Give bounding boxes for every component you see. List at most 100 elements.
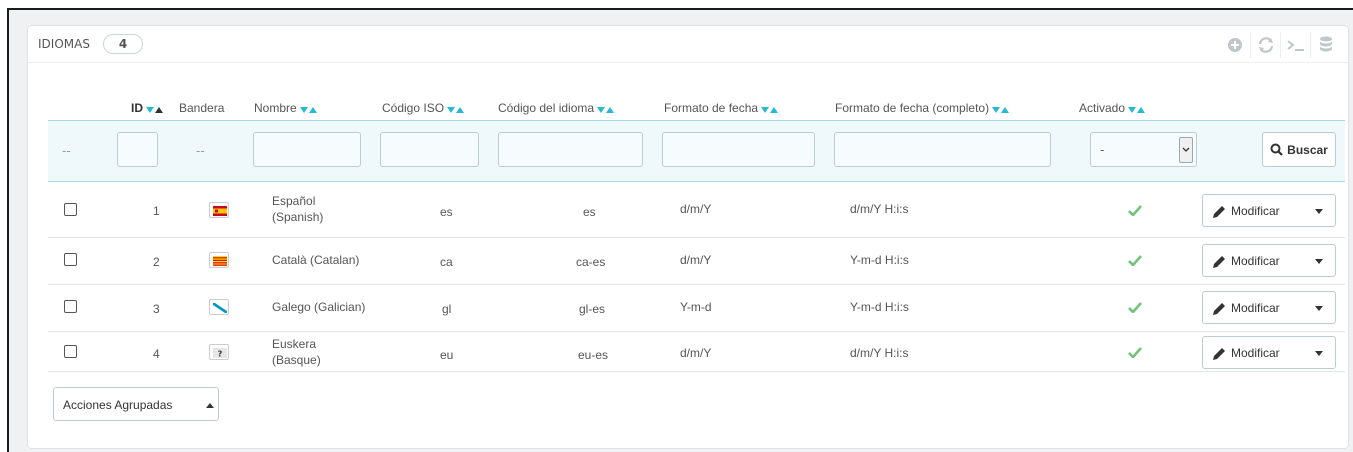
- edit-button[interactable]: Modificar: [1202, 244, 1336, 277]
- row-iso: gl: [442, 302, 452, 316]
- row-lang-code: eu-es: [578, 348, 609, 362]
- catalonia-flag-icon: [209, 252, 229, 268]
- caret-up-icon: [206, 403, 214, 408]
- row-date-format-full: d/m/Y H:i:s: [850, 346, 909, 360]
- chevron-down-icon: [1179, 137, 1193, 163]
- spain-flag-icon: [209, 202, 229, 218]
- sort-arrows-icon[interactable]: [447, 102, 465, 116]
- page-frame: IDIOMAS 4 ID Bandera Nombre Código ISO C…: [7, 8, 1353, 452]
- row-date-format: d/m/Y: [680, 202, 712, 216]
- search-button[interactable]: Buscar: [1262, 132, 1336, 167]
- row-checkbox[interactable]: [64, 345, 77, 358]
- column-header-active: Activado: [1079, 101, 1146, 116]
- search-icon: [1270, 143, 1283, 156]
- edit-button-label: Modificar: [1231, 301, 1280, 315]
- filter-id-input[interactable]: [117, 132, 158, 167]
- row-iso: es: [440, 205, 453, 219]
- column-header-date-format-label: Formato de fecha: [664, 101, 759, 115]
- edit-button-label: Modificar: [1231, 254, 1280, 268]
- sort-arrows-icon[interactable]: [761, 102, 779, 116]
- filter-date-format-input[interactable]: [662, 132, 815, 167]
- row-name-line1: Català (Catalan): [272, 253, 360, 267]
- active-check-icon[interactable]: [1128, 205, 1142, 219]
- row-checkbox[interactable]: [64, 300, 77, 313]
- pencil-icon: [1213, 348, 1225, 360]
- table-row: 3 Galego (Galician) gl gl-es Y-m-d Y-m-d…: [48, 285, 1345, 332]
- column-header-date-format-full-label: Formato de fecha (completo): [835, 101, 990, 115]
- column-header-active-label: Activado: [1079, 101, 1126, 115]
- row-date-format: d/m/Y: [680, 253, 712, 267]
- row-iso: ca: [440, 255, 453, 269]
- column-header-date-format-full: Formato de fecha (completo): [835, 101, 1010, 116]
- active-check-icon[interactable]: [1128, 347, 1142, 361]
- filter-date-format-full-input[interactable]: [834, 132, 1051, 167]
- column-header-lang-code: Código del idioma: [498, 101, 615, 116]
- column-header-flag: Bandera: [179, 101, 224, 115]
- filter-name-input[interactable]: [253, 132, 361, 167]
- edit-button-label: Modificar: [1231, 204, 1280, 218]
- edit-button-label: Modificar: [1231, 346, 1280, 360]
- row-lang-code: gl-es: [579, 302, 606, 316]
- refresh-icon[interactable]: [1250, 32, 1280, 58]
- column-header-iso: Código ISO: [382, 101, 465, 116]
- search-button-label: Buscar: [1287, 142, 1328, 157]
- row-date-format-full: d/m/Y H:i:s: [850, 202, 909, 216]
- sort-arrows-icon[interactable]: [1128, 102, 1146, 116]
- panel-title: IDIOMAS: [38, 37, 90, 51]
- row-date-format: Y-m-d: [680, 300, 712, 314]
- count-badge: 4: [103, 34, 143, 54]
- row-name-line1: Español: [272, 194, 316, 208]
- sort-arrows-icon[interactable]: [597, 102, 615, 116]
- row-name-line1: Galego (Galician): [272, 300, 366, 314]
- unknown-flag-icon: ?: [209, 344, 229, 360]
- column-header-lang-code-label: Código del idioma: [498, 101, 595, 115]
- caret-down-icon[interactable]: [1315, 259, 1323, 264]
- svg-text:?: ?: [218, 350, 223, 359]
- column-header-name-label: Nombre: [254, 101, 297, 115]
- sql-query-icon[interactable]: [1280, 32, 1310, 58]
- column-header-date-format: Formato de fecha: [664, 101, 779, 116]
- pencil-icon: [1213, 256, 1225, 268]
- row-date-format-full: Y-m-d H:i:s: [850, 253, 909, 267]
- active-check-icon[interactable]: [1128, 302, 1142, 316]
- filter-placeholder-dash: --: [62, 144, 71, 158]
- column-header-id: ID: [131, 101, 164, 116]
- languages-panel: IDIOMAS 4 ID Bandera Nombre Código ISO C…: [27, 25, 1349, 449]
- filter-active-select[interactable]: -: [1090, 132, 1197, 167]
- row-id: 2: [153, 255, 160, 269]
- pencil-icon: [1213, 206, 1225, 218]
- bulk-actions-label: Acciones Agrupadas: [63, 398, 173, 412]
- row-lang-code: es: [583, 205, 596, 219]
- bulk-actions-button[interactable]: Acciones Agrupadas: [53, 387, 219, 421]
- filter-iso-input[interactable]: [380, 132, 479, 167]
- sort-arrows-icon[interactable]: [146, 102, 164, 116]
- edit-button[interactable]: Modificar: [1202, 291, 1336, 324]
- sort-arrows-icon[interactable]: [992, 102, 1010, 116]
- row-name: Galego (Galician): [272, 299, 365, 315]
- table-row: 4 ? Euskera (Basque) eu eu-es d/m/Y d/m/…: [48, 332, 1345, 372]
- caret-down-icon[interactable]: [1315, 209, 1323, 214]
- row-date-format-full: Y-m-d H:i:s: [850, 300, 909, 314]
- filter-active-select-value: -: [1100, 143, 1105, 157]
- edit-button[interactable]: Modificar: [1202, 336, 1336, 369]
- caret-down-icon[interactable]: [1315, 351, 1323, 356]
- galicia-flag-icon: [209, 299, 229, 315]
- row-name: Español (Spanish): [272, 193, 323, 225]
- add-new-icon[interactable]: [1220, 32, 1250, 58]
- edit-button[interactable]: Modificar: [1202, 194, 1336, 227]
- caret-down-icon[interactable]: [1315, 306, 1323, 311]
- row-checkbox[interactable]: [64, 203, 77, 216]
- sort-arrows-icon[interactable]: [299, 102, 318, 116]
- active-check-icon[interactable]: [1128, 255, 1142, 269]
- row-id: 3: [153, 302, 160, 316]
- filter-placeholder-dash: --: [196, 144, 205, 158]
- column-header-iso-label: Código ISO: [382, 101, 445, 115]
- filter-lang-code-input[interactable]: [498, 132, 643, 167]
- row-iso: eu: [440, 348, 454, 362]
- table-row: 1 Español (Spanish) es es d/m/Y d/m/Y H:…: [48, 183, 1345, 238]
- column-header-flag-label: Bandera: [179, 101, 225, 115]
- export-database-icon[interactable]: [1310, 32, 1340, 58]
- panel-header: IDIOMAS 4: [28, 26, 1348, 63]
- row-checkbox[interactable]: [64, 253, 77, 266]
- column-header-name: Nombre: [254, 101, 318, 116]
